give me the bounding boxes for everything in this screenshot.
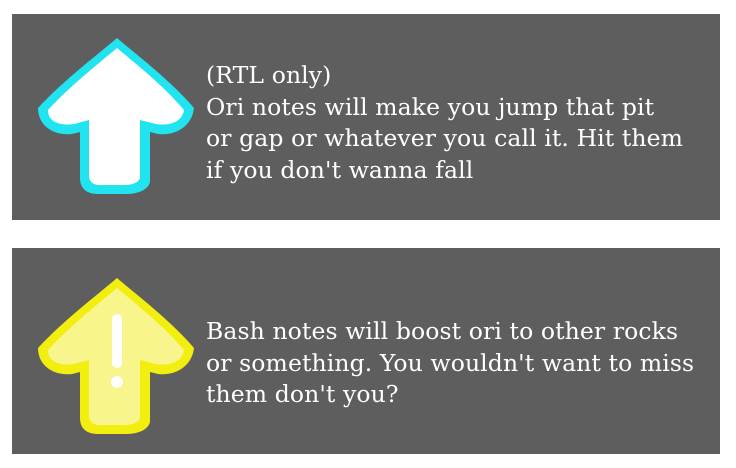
bash-note-line: Bash notes will boost ori to other rocks xyxy=(206,317,679,345)
exclamation-dot xyxy=(111,376,123,388)
ori-note-line: (RTL only) xyxy=(206,61,332,89)
bash-note-panel: Bash notes will boost ori to other rocks… xyxy=(12,248,720,454)
ori-note-panel: (RTL only) Ori notes will make you jump … xyxy=(12,14,720,220)
bash-arrow-up-exclamation-icon xyxy=(38,278,194,434)
bash-note-line: them don't you? xyxy=(206,380,399,408)
ori-note-line: if you don't wanna fall xyxy=(206,155,474,184)
ori-note-line: or gap or whatever you call it. Hit them xyxy=(206,124,684,152)
ori-note-line: Ori notes will make you jump that pit xyxy=(206,92,655,121)
bash-note-line: or something. You wouldn't want to miss xyxy=(206,348,695,377)
bash-note-description: Bash notes will boost ori to other rocks… xyxy=(206,316,712,411)
ori-arrow-up-icon xyxy=(38,38,194,194)
exclamation-bar xyxy=(112,314,122,368)
ori-note-description: (RTL only) Ori notes will make you jump … xyxy=(206,60,712,186)
